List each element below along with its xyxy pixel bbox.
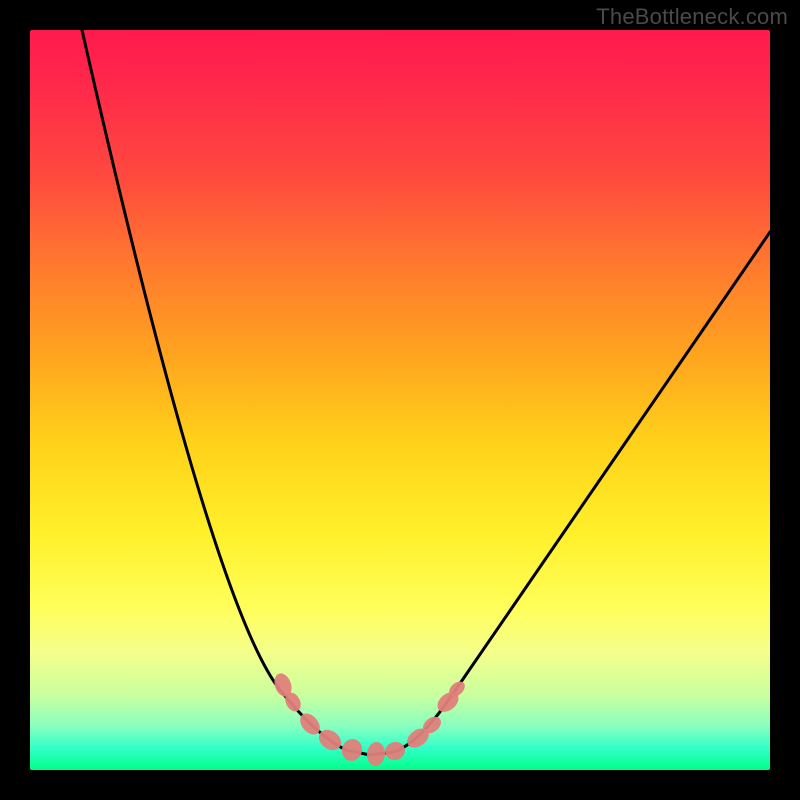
plot-area — [30, 30, 770, 770]
markers-group — [271, 671, 467, 767]
marker-point — [339, 736, 365, 764]
right-curve — [370, 232, 770, 755]
watermark-text: TheBottleneck.com — [596, 4, 788, 30]
chart-frame: TheBottleneck.com — [0, 0, 800, 800]
marker-point — [366, 741, 386, 766]
marker-point — [383, 739, 408, 762]
curve-layer — [30, 30, 770, 770]
left-curve — [82, 30, 370, 755]
